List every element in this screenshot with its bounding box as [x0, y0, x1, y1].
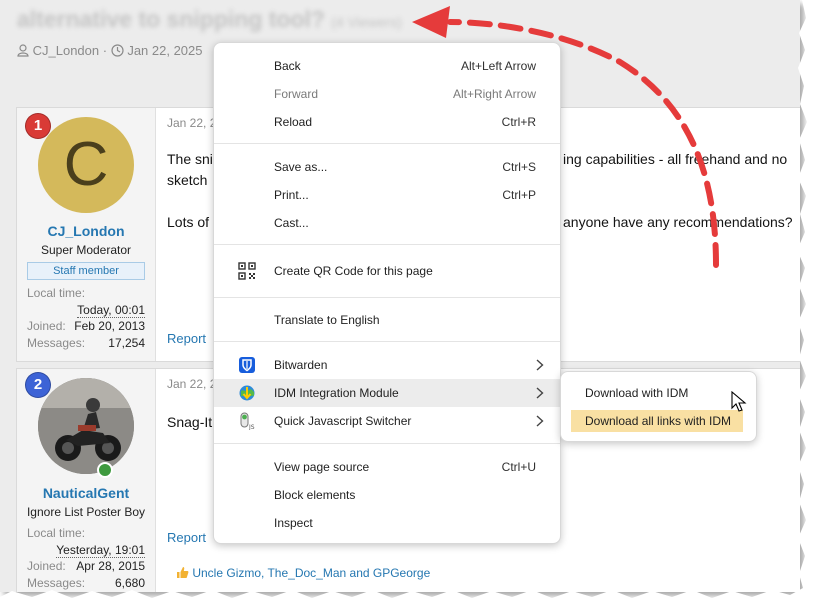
- annotation-number-2: 2: [25, 372, 51, 398]
- user-icon: [17, 44, 29, 57]
- clock-icon: [111, 44, 124, 57]
- menu-item-idm-integration[interactable]: IDM Integration Module: [214, 379, 560, 407]
- post-text-line: sketch: [167, 172, 208, 188]
- menu-item-inspect[interactable]: Inspect: [214, 509, 560, 537]
- bitwarden-icon: [239, 357, 255, 373]
- local-time-row: Local time:: [27, 286, 86, 300]
- idm-icon: [239, 385, 255, 401]
- thread-date[interactable]: Jan 22, 2025: [127, 43, 202, 58]
- context-menu: Back Alt+Left Arrow Forward Alt+Right Ar…: [213, 42, 561, 544]
- avatar[interactable]: [38, 378, 134, 474]
- joined-value: Feb 20, 2013: [74, 319, 145, 333]
- chevron-right-icon: [536, 359, 544, 371]
- messages-row: Messages: 17,254: [27, 336, 145, 350]
- online-status-icon: [97, 462, 113, 478]
- report-link[interactable]: Report: [167, 530, 206, 545]
- post-date[interactable]: Jan 22, 2: [167, 377, 216, 391]
- messages-value: 17,254: [108, 336, 145, 350]
- qr-code-icon: [238, 262, 256, 280]
- menu-separator: [214, 341, 560, 342]
- joined-row: Joined: Feb 20, 2013: [27, 319, 145, 333]
- avatar[interactable]: C: [38, 117, 134, 213]
- viewers-count: (4 Viewers): [331, 14, 402, 30]
- menu-separator: [214, 297, 560, 298]
- annotation-number-1: 1: [25, 113, 51, 139]
- user-title: Super Moderator: [40, 243, 132, 257]
- local-time-row: Local time:: [27, 526, 86, 540]
- post-user-block: C CJ_London Super Moderator Staff member…: [17, 108, 156, 361]
- likes-bar[interactable]: Uncle Gizmo, The_Doc_Man and GPGeorge: [176, 566, 430, 580]
- menu-item-bitwarden[interactable]: Bitwarden: [214, 351, 560, 379]
- post-text-line: anyone have any recommendations?: [563, 214, 793, 230]
- svg-text:JS: JS: [248, 424, 255, 430]
- menu-item-print[interactable]: Print... Ctrl+P: [214, 181, 560, 209]
- menu-separator: [214, 443, 560, 444]
- menu-item-reload[interactable]: Reload Ctrl+R: [214, 108, 560, 136]
- post-text-line: Lots of: [167, 214, 210, 230]
- thread-author-link[interactable]: CJ_London: [33, 43, 100, 58]
- menu-item-translate[interactable]: Translate to English: [214, 306, 560, 334]
- thumbs-up-icon: [177, 567, 189, 578]
- menu-item-quick-javascript-switcher[interactable]: JS Quick Javascript Switcher: [214, 407, 560, 435]
- thread-title: alternative to snipping tool? (4 Viewers…: [17, 6, 402, 32]
- joined-row: Joined: Apr 28, 2015: [27, 559, 145, 573]
- motorcycle-rider-icon: [38, 378, 134, 474]
- post-user-block: NauticalGent Ignore List Poster Boy Loca…: [17, 369, 156, 592]
- post-date[interactable]: Jan 22, 2: [167, 116, 216, 130]
- menu-item-view-page-source[interactable]: View page source Ctrl+U: [214, 453, 560, 481]
- menu-item-forward[interactable]: Forward Alt+Right Arrow: [214, 80, 560, 108]
- mouse-cursor-icon: [731, 391, 747, 412]
- submenu-item-download-all-links[interactable]: Download all links with IDM: [571, 410, 743, 432]
- local-time-value: Today, 00:01: [77, 303, 145, 318]
- thread-byline: CJ_London · Jan 22, 2025: [17, 43, 203, 58]
- user-title: Ignore List Poster Boy: [26, 505, 146, 519]
- chevron-right-icon: [536, 415, 544, 427]
- report-link[interactable]: Report: [167, 331, 206, 346]
- menu-item-block-elements[interactable]: Block elements: [214, 481, 560, 509]
- messages-row: Messages: 6,680: [27, 576, 145, 590]
- username-link[interactable]: CJ_London: [17, 223, 155, 239]
- post-text-line: Snag-It: [167, 414, 213, 430]
- staff-badge: Staff member: [27, 262, 145, 280]
- menu-item-save-as[interactable]: Save as... Ctrl+S: [214, 153, 560, 181]
- menu-item-cast[interactable]: Cast...: [214, 209, 560, 237]
- menu-item-create-qr-code[interactable]: Create QR Code for this page: [214, 257, 560, 285]
- local-time-value: Yesterday, 19:01: [56, 543, 145, 558]
- chevron-right-icon: [536, 387, 544, 399]
- javascript-switcher-icon: JS: [240, 412, 255, 430]
- submenu-item-download-with-idm[interactable]: Download with IDM: [571, 382, 743, 404]
- post-text-line: The sni: [167, 151, 213, 167]
- messages-value: 6,680: [114, 576, 145, 590]
- post-text-line: ing capabilities - all freehand and no: [563, 151, 788, 167]
- menu-separator: [214, 143, 560, 144]
- menu-item-back[interactable]: Back Alt+Left Arrow: [214, 52, 560, 80]
- menu-separator: [214, 244, 560, 245]
- username-link[interactable]: NauticalGent: [17, 485, 155, 501]
- idm-submenu: Download with IDM Download all links wit…: [560, 371, 757, 442]
- joined-value: Apr 28, 2015: [76, 559, 145, 573]
